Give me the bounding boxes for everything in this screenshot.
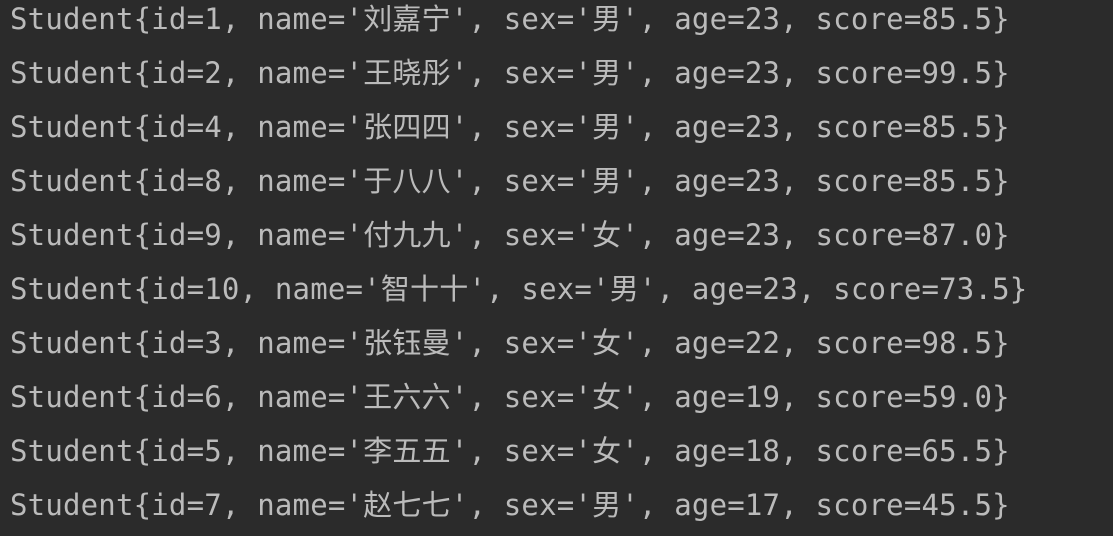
console-line: Student{id=4, name='张四四', sex='男', age=2… — [10, 110, 1010, 144]
console-line: Student{id=8, name='于八八', sex='男', age=2… — [10, 164, 1010, 198]
console-output: Student{id=1, name='刘嘉宁', sex='男', age=2… — [0, 0, 1113, 536]
console-line: Student{id=1, name='刘嘉宁', sex='男', age=2… — [10, 2, 1010, 36]
console-line: Student{id=3, name='张钰曼', sex='女', age=2… — [10, 326, 1010, 360]
console-line: Student{id=5, name='李五五', sex='女', age=1… — [10, 434, 1010, 468]
console-line: Student{id=10, name='智十十', sex='男', age=… — [10, 272, 1028, 306]
console-line: Student{id=7, name='赵七七', sex='男', age=1… — [10, 488, 1010, 522]
console-line: Student{id=9, name='付九九', sex='女', age=2… — [10, 218, 1010, 252]
console-line: Student{id=6, name='王六六', sex='女', age=1… — [10, 380, 1010, 414]
console-line: Student{id=2, name='王晓彤', sex='男', age=2… — [10, 56, 1010, 90]
